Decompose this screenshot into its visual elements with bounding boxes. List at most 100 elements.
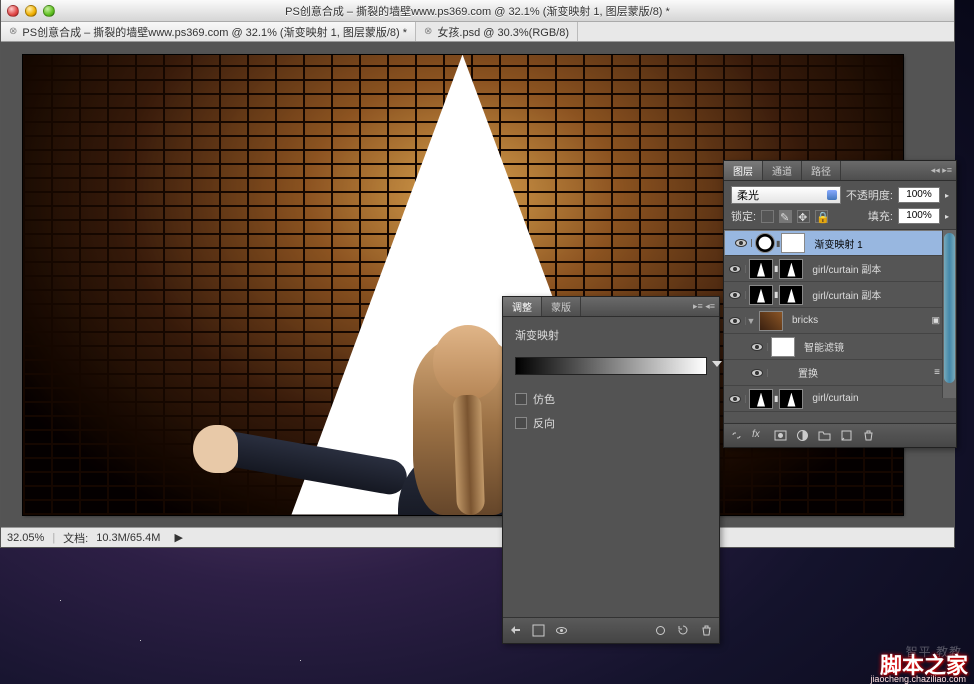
return-icon[interactable] (509, 624, 522, 637)
head (433, 325, 503, 400)
layer-name[interactable]: 置换 (768, 365, 818, 380)
document-tab-active[interactable]: ⊗ PS创意合成 – 撕裂的墙壁www.ps369.com @ 32.1% (渐… (1, 22, 416, 41)
layer-name[interactable]: girl/curtain 副本 (806, 261, 881, 276)
trash-icon[interactable] (862, 429, 875, 442)
tab-label: 女孩.psd @ 30.3%(RGB/8) (437, 24, 569, 40)
eye-icon (729, 395, 741, 403)
layers-footer: fx (724, 423, 956, 447)
panel-menu-icon[interactable]: ◂◂ ▸≡ (927, 161, 956, 180)
lock-pixels-icon[interactable]: ✎ (779, 210, 792, 223)
filter-mask-thumb[interactable] (771, 337, 795, 357)
gradient-preview[interactable] (515, 357, 707, 375)
mask-thumb[interactable] (779, 259, 803, 279)
zoom-level[interactable]: 32.05% (7, 532, 44, 544)
status-bar: 32.05% | 文档: 10.3M/65.4M ▶ (1, 527, 954, 547)
tab-adjustments[interactable]: 调整 (503, 297, 542, 316)
layer-thumb[interactable] (749, 285, 773, 305)
fill-label: 填充: (868, 208, 893, 224)
layer-name[interactable]: girl/curtain (806, 393, 858, 404)
layer-row[interactable]: ▮ girl/curtain 副本 (724, 282, 956, 308)
document-tab[interactable]: ⊗ 女孩.psd @ 30.3%(RGB/8) (416, 22, 578, 41)
visibility-toggle[interactable] (724, 395, 746, 403)
eye-icon[interactable] (555, 624, 568, 637)
clip-icon[interactable] (654, 624, 667, 637)
layer-row[interactable]: ▮ girl/curtain (724, 386, 956, 412)
tab-label: PS创意合成 – 撕裂的墙壁www.ps369.com @ 32.1% (渐变映… (22, 24, 407, 40)
panel-tabs: 图层 通道 路径 ◂◂ ▸≡ (724, 161, 956, 181)
visibility-toggle[interactable] (724, 317, 746, 325)
panel-menu-icon[interactable]: ▸≡ ◂≡ (689, 297, 719, 316)
layer-row[interactable]: ▼ bricks ▣ (724, 308, 956, 334)
close-tab-icon[interactable]: ⊗ (9, 26, 17, 37)
layer-thumb[interactable] (759, 311, 783, 331)
lock-position-icon[interactable]: ✥ (797, 210, 810, 223)
layer-thumb[interactable] (749, 389, 773, 409)
expand-icon[interactable]: ▼ (746, 316, 756, 326)
layer-name[interactable]: bricks (786, 315, 818, 326)
layer-name[interactable]: girl/curtain 副本 (806, 287, 881, 302)
fx-icon[interactable]: fx (752, 429, 765, 442)
trash-icon[interactable] (700, 624, 713, 637)
checkbox-icon[interactable] (515, 417, 527, 429)
adjustment-title: 渐变映射 (515, 327, 707, 343)
close-window-button[interactable] (7, 5, 19, 17)
visibility-toggle[interactable] (730, 239, 752, 247)
eye-icon (729, 265, 741, 273)
layer-row[interactable]: ▮ 渐变映射 1 (724, 230, 956, 256)
adjustment-thumb-icon (755, 233, 775, 253)
mask-thumb[interactable] (779, 389, 803, 409)
link-icon[interactable] (730, 429, 743, 442)
window-title: PS创意合成 – 撕裂的墙壁www.ps369.com @ 32.1% (渐变映… (1, 3, 954, 19)
opacity-label: 不透明度: (846, 187, 893, 203)
lock-label: 锁定: (731, 208, 756, 224)
new-icon[interactable] (532, 624, 545, 637)
eye-icon (729, 291, 741, 299)
layer-thumb[interactable] (749, 259, 773, 279)
blend-mode-select[interactable]: 柔光 (731, 186, 841, 204)
smart-object-icon: ▣ (931, 315, 940, 326)
layer-name[interactable]: 智能滤镜 (798, 339, 844, 354)
mask-thumb[interactable] (779, 285, 803, 305)
layer-row-smart-filters[interactable]: 智能滤镜 (724, 334, 956, 360)
new-layer-icon[interactable] (840, 429, 853, 442)
adjustment-icon[interactable] (796, 429, 809, 442)
visibility-toggle[interactable] (724, 291, 746, 299)
mask-thumb[interactable] (781, 233, 805, 253)
visibility-toggle[interactable] (746, 369, 768, 377)
tab-paths[interactable]: 路径 (802, 161, 841, 180)
adjustments-panel[interactable]: 调整 蒙版 ▸≡ ◂≡ 渐变映射 仿色 反向 (502, 296, 720, 644)
lock-all-icon[interactable]: 🔒 (815, 210, 828, 223)
opacity-input[interactable]: 100% (898, 187, 940, 203)
adjustments-footer (503, 617, 719, 643)
eye-icon (751, 343, 763, 351)
scrollbar-thumb[interactable] (944, 233, 955, 383)
dither-checkbox[interactable]: 仿色 (515, 391, 707, 407)
tab-channels[interactable]: 通道 (763, 161, 802, 180)
visibility-toggle[interactable] (746, 343, 768, 351)
filter-options-icon[interactable]: ≡ (934, 367, 940, 378)
tab-layers[interactable]: 图层 (724, 161, 763, 180)
layer-list: ▮ 渐变映射 1 ▮ girl/curtain 副本 ▮ girl/curtai… (724, 230, 956, 422)
close-tab-icon[interactable]: ⊗ (424, 26, 432, 37)
layer-row[interactable]: ▮ girl/curtain 副本 (724, 256, 956, 282)
panel-tabs: 调整 蒙版 ▸≡ ◂≡ (503, 297, 719, 317)
eye-icon (729, 317, 741, 325)
layer-row-filter[interactable]: 置换 ≡ (724, 360, 956, 386)
checkbox-icon[interactable] (515, 393, 527, 405)
group-icon[interactable] (818, 429, 831, 442)
lock-transparency-icon[interactable] (761, 210, 774, 223)
zoom-window-button[interactable] (43, 5, 55, 17)
fill-input[interactable]: 100% (898, 208, 940, 224)
tab-masks[interactable]: 蒙版 (542, 297, 581, 316)
layer-name[interactable]: 渐变映射 1 (808, 236, 862, 251)
ponytail (452, 394, 484, 514)
reset-icon[interactable] (677, 624, 690, 637)
scrollbar[interactable] (942, 230, 956, 398)
layer-options: 柔光 不透明度: 100% ▸ 锁定: ✎ ✥ 🔒 填充: 100% ▸ (724, 181, 956, 230)
visibility-toggle[interactable] (724, 265, 746, 273)
layers-panel[interactable]: 图层 通道 路径 ◂◂ ▸≡ 柔光 不透明度: 100% ▸ 锁定: ✎ ✥ 🔒… (723, 160, 957, 448)
mask-icon[interactable] (774, 429, 787, 442)
minimize-window-button[interactable] (25, 5, 37, 17)
titlebar[interactable]: PS创意合成 – 撕裂的墙壁www.ps369.com @ 32.1% (渐变映… (1, 0, 954, 22)
reverse-checkbox[interactable]: 反向 (515, 415, 707, 431)
